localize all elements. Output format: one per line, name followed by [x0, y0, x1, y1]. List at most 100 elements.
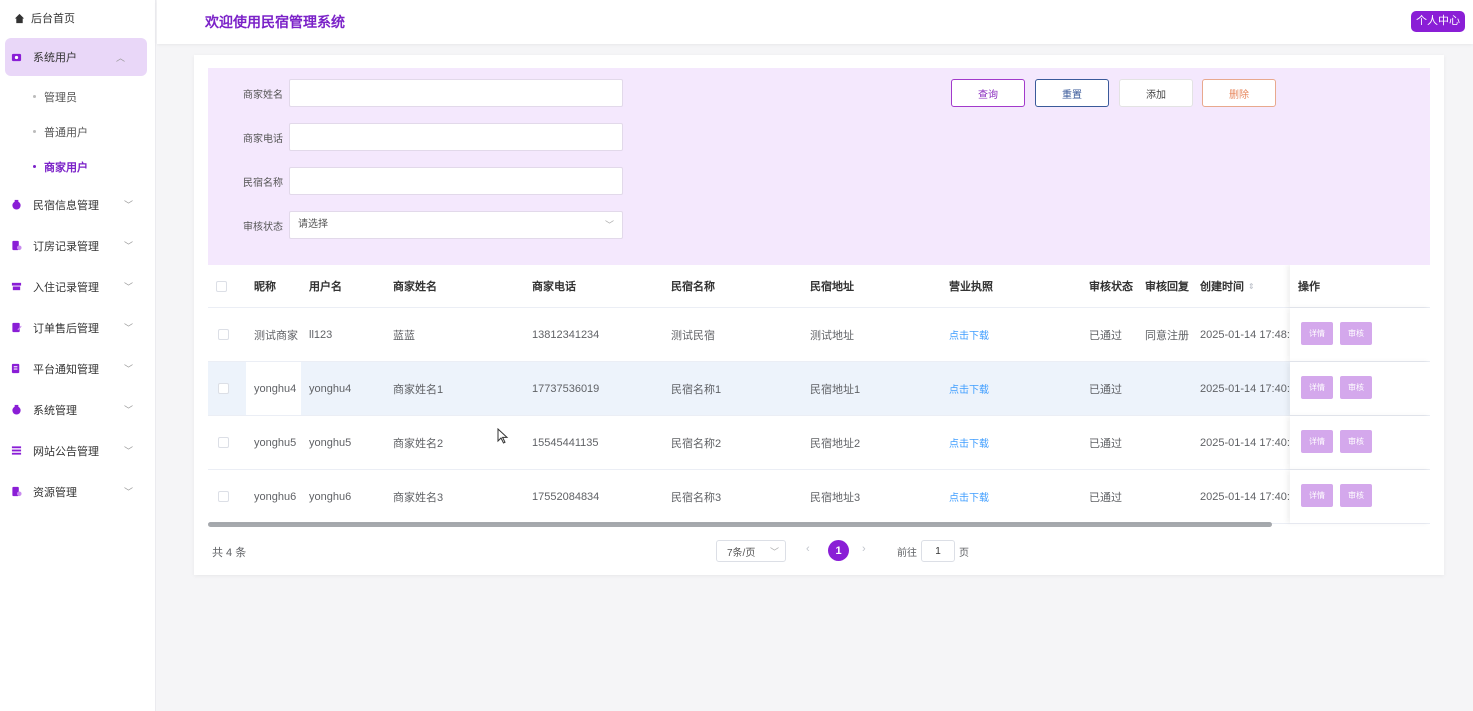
license-download-link[interactable]: 点击下载 — [949, 381, 989, 396]
col-merchant-phone: 商家电话 — [532, 281, 576, 293]
row-checkbox[interactable] — [218, 383, 229, 394]
cell-audit-status: 已通过 — [1089, 383, 1122, 396]
user-card-icon — [11, 53, 22, 61]
license-download-link[interactable]: 点击下载 — [949, 435, 989, 450]
license-download-link[interactable]: 点击下载 — [949, 327, 989, 342]
sidebar-item-booking-records[interactable]: 订房记录管理 ﹀ — [0, 225, 155, 266]
filter-merchant-name: 商家姓名 — [208, 79, 623, 107]
sidebar-item-system-management[interactable]: 系统管理 ﹀ — [0, 389, 155, 430]
cell-license: 点击下载 — [949, 362, 989, 415]
goto-page-input[interactable]: 1 — [921, 540, 955, 562]
page-number-current[interactable]: 1 — [828, 540, 849, 561]
chevron-down-icon: ﹀ — [123, 364, 133, 374]
col-created-at[interactable]: 创建时间 ⇕ — [1200, 265, 1255, 307]
cell-merchant-phone: 15545441135 — [532, 436, 599, 449]
merchant-table: 昵称 用户名 商家姓名 商家电话 民宿名称 民宿地址 营业执照 审核状态 审核回… — [208, 265, 1430, 527]
col-nickname: 昵称 — [254, 281, 276, 293]
page-size-select[interactable]: 7条/页 ﹀ — [716, 540, 786, 562]
merchant-phone-input[interactable] — [289, 123, 623, 151]
filter-homestay-name: 民宿名称 — [208, 167, 623, 195]
cell-created-at: 2025-01-14 17:40:2 — [1200, 490, 1290, 503]
submenu-item-merchant-users[interactable]: 商家用户 — [0, 149, 155, 184]
row-select-cell — [218, 362, 229, 415]
resource-icon — [12, 486, 22, 497]
chevron-down-icon: ﹀ — [123, 446, 133, 456]
chevron-down-icon: ﹀ — [123, 323, 133, 333]
cell-merchant-phone: 17737536019 — [532, 382, 600, 395]
audit-button[interactable]: 审核 — [1340, 430, 1372, 453]
cell-homestay-address: 民宿地址3 — [810, 491, 861, 504]
cell-nickname: 测试商家 — [254, 329, 298, 342]
sort-icon[interactable]: ⇕ — [1248, 282, 1255, 291]
page-size-value: 7条/页 — [727, 547, 756, 559]
table-row[interactable]: yonghu6 yonghu6 商家姓名3 17552084834 民宿名称3 民宿地址3… — [208, 470, 1430, 524]
sidebar-home-label: 后台首页 — [31, 13, 75, 25]
chevron-up-icon: ︿ — [115, 52, 125, 63]
audit-button[interactable]: 审核 — [1340, 376, 1372, 399]
cell-homestay-address: 测试地址 — [810, 329, 854, 342]
audit-status-label: 审核状态 — [243, 221, 283, 233]
main-card: 商家姓名 商家电话 民宿名称 审核状态 请选择 ﹀ 查询 重置 添加 删除 昵称… — [194, 55, 1444, 575]
delete-button[interactable]: 删除 — [1202, 79, 1276, 107]
merchant-phone-label: 商家电话 — [243, 133, 283, 145]
filter-audit-status: 审核状态 请选择 ﹀ — [208, 211, 623, 239]
sidebar-item-label: 系统用户 — [33, 52, 77, 64]
table-row[interactable]: yonghu5 yonghu5 商家姓名2 15545441135 民宿名称2 民宿地址2… — [208, 416, 1430, 470]
query-button[interactable]: 查询 — [951, 79, 1025, 107]
reset-button[interactable]: 重置 — [1035, 79, 1109, 107]
prev-page-icon[interactable]: ‹ — [806, 543, 810, 555]
add-button[interactable]: 添加 — [1119, 79, 1193, 107]
cell-merchant-phone: 13812341234 — [532, 328, 600, 341]
cell-homestay-name: 民宿名称1 — [671, 383, 722, 396]
sidebar-home[interactable]: 后台首页 — [0, 0, 155, 36]
sidebar-item-checkin-records[interactable]: 入住记录管理 ﹀ — [0, 266, 155, 307]
sidebar-item-label: 资源管理 — [33, 486, 77, 499]
chevron-down-icon: ﹀ — [123, 241, 133, 251]
filter-merchant-phone: 商家电话 — [208, 123, 623, 151]
cell-nickname: yonghu4 — [246, 362, 301, 415]
select-all-checkbox[interactable] — [216, 280, 227, 292]
merchant-name-input[interactable] — [289, 79, 623, 107]
filter-panel: 商家姓名 商家电话 民宿名称 审核状态 请选择 ﹀ 查询 重置 添加 删除 — [208, 68, 1430, 265]
sidebar-item-label: 民宿信息管理 — [33, 199, 99, 212]
submenu-item-normal-users[interactable]: 普通用户 — [0, 114, 155, 149]
next-page-icon[interactable]: › — [862, 543, 866, 555]
row-checkbox[interactable] — [218, 329, 229, 340]
cell-homestay-address: 民宿地址1 — [810, 383, 861, 396]
row-checkbox[interactable] — [218, 437, 229, 448]
page-title: 欢迎使用民宿管理系统 — [205, 14, 345, 30]
cell-username: yonghu6 — [309, 490, 352, 503]
sidebar-item-label: 订单售后管理 — [33, 322, 99, 335]
submenu-label: 商家用户 — [44, 161, 88, 174]
table-row[interactable]: 测试商家 ll123 蓝蓝 13812341234 测试民宿 测试地址 点击下载 已通过 同意注… — [208, 308, 1430, 362]
audit-button[interactable]: 审核 — [1340, 322, 1372, 345]
row-checkbox[interactable] — [218, 491, 229, 502]
license-download-link[interactable]: 点击下载 — [949, 489, 989, 504]
sidebar-item-after-sales[interactable]: 订单售后管理 ﹀ — [0, 307, 155, 348]
bullet-icon — [33, 165, 36, 168]
bag-icon — [12, 199, 21, 210]
sidebar-item-resources[interactable]: 资源管理 ﹀ — [0, 471, 155, 512]
user-center-button[interactable]: 个人中心 — [1411, 11, 1465, 32]
goto-suffix: 页 — [959, 547, 969, 559]
pagination-total: 共 4 条 — [212, 547, 247, 559]
col-license: 营业执照 — [949, 281, 993, 293]
detail-button[interactable]: 详情 — [1301, 322, 1333, 345]
cell-merchant-name: 商家姓名2 — [393, 437, 444, 450]
table-row[interactable]: yonghu4 yonghu4 商家姓名1 17737536019 民宿名称1 民宿地址1… — [208, 362, 1430, 416]
submenu-item-admin[interactable]: 管理员 — [0, 79, 155, 114]
sidebar-item-site-announcements[interactable]: 网站公告管理 ﹀ — [0, 430, 155, 471]
chevron-down-icon: ﹀ — [123, 405, 133, 415]
homestay-name-input[interactable] — [289, 167, 623, 195]
detail-button[interactable]: 详情 — [1301, 376, 1333, 399]
detail-button[interactable]: 详情 — [1301, 484, 1333, 507]
horizontal-scrollbar[interactable] — [208, 522, 1272, 527]
detail-button[interactable]: 详情 — [1301, 430, 1333, 453]
sidebar-item-platform-notice[interactable]: 平台通知管理 ﹀ — [0, 348, 155, 389]
col-homestay-name: 民宿名称 — [671, 281, 715, 293]
sidebar-item-system-users[interactable]: 系统用户 ︿ — [5, 38, 147, 76]
audit-button[interactable]: 审核 — [1340, 484, 1372, 507]
bullet-icon — [33, 95, 36, 98]
audit-status-select[interactable]: 请选择 ﹀ — [289, 211, 623, 239]
sidebar-item-homestay-info[interactable]: 民宿信息管理 ﹀ — [0, 184, 155, 225]
